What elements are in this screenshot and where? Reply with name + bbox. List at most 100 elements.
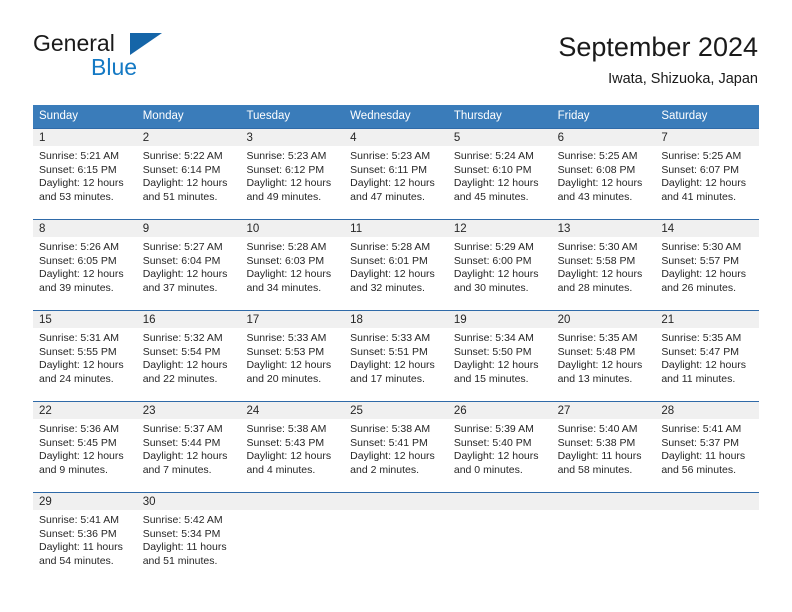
day-number: 23 bbox=[136, 402, 241, 419]
sunset-text: Sunset: 6:03 PM bbox=[246, 254, 325, 267]
sunset-text: Sunset: 6:00 PM bbox=[453, 254, 532, 267]
day-number: 29 bbox=[33, 493, 137, 510]
day-cell[interactable]: 2 Sunrise: 5:22 AM Sunset: 6:14 PM Dayli… bbox=[136, 129, 241, 219]
day-cell[interactable]: 11 Sunrise: 5:28 AM Sunset: 6:01 PM Dayl… bbox=[344, 220, 448, 310]
day-cell[interactable]: 1 Sunrise: 5:21 AM Sunset: 6:15 PM Dayli… bbox=[33, 129, 137, 219]
day-cell[interactable]: 21 Sunrise: 5:35 AM Sunset: 5:47 PM Dayl… bbox=[655, 311, 760, 401]
day-number: 5 bbox=[447, 129, 552, 146]
day-cell[interactable]: 12 Sunrise: 5:29 AM Sunset: 6:00 PM Dayl… bbox=[447, 220, 552, 310]
day-cell[interactable]: 4 Sunrise: 5:23 AM Sunset: 6:11 PM Dayli… bbox=[344, 129, 448, 219]
sunset-text: Sunset: 5:47 PM bbox=[661, 345, 739, 358]
sunset-text: Sunset: 5:36 PM bbox=[39, 527, 117, 540]
day-cell[interactable]: 5 Sunrise: 5:24 AM Sunset: 6:10 PM Dayli… bbox=[447, 129, 552, 219]
page-header: General Blue September 2024 Iwata, Shizu… bbox=[33, 30, 758, 92]
day-cell[interactable]: 25 Sunrise: 5:38 AM Sunset: 5:41 PM Dayl… bbox=[344, 402, 448, 492]
day-number: 15 bbox=[33, 311, 137, 328]
day-details: Sunrise: 5:25 AM Sunset: 6:07 PM Dayligh… bbox=[655, 146, 759, 204]
day-cell-empty bbox=[551, 493, 656, 583]
daylight-text: Daylight: 12 hours and 22 minutes. bbox=[142, 359, 228, 385]
daylight-text: Daylight: 12 hours and 39 minutes. bbox=[39, 268, 124, 294]
sunrise-text: Sunrise: 5:22 AM bbox=[142, 150, 223, 162]
sunset-text: Sunset: 5:41 PM bbox=[350, 436, 428, 449]
weekday-header-friday: Friday bbox=[557, 110, 590, 122]
title-block: September 2024 Iwata, Shizuoka, Japan bbox=[558, 30, 758, 90]
daylight-text: Daylight: 12 hours and 51 minutes. bbox=[142, 177, 228, 203]
day-cell[interactable]: 27 Sunrise: 5:40 AM Sunset: 5:38 PM Dayl… bbox=[551, 402, 656, 492]
brand-logo[interactable]: General Blue bbox=[33, 30, 213, 88]
day-details: Sunrise: 5:28 AM Sunset: 6:01 PM Dayligh… bbox=[344, 237, 448, 295]
day-cell[interactable]: 13 Sunrise: 5:30 AM Sunset: 5:58 PM Dayl… bbox=[551, 220, 656, 310]
day-cell[interactable]: 15 Sunrise: 5:31 AM Sunset: 5:55 PM Dayl… bbox=[33, 311, 137, 401]
daylight-text: Daylight: 12 hours and 37 minutes. bbox=[142, 268, 228, 294]
day-details: Sunrise: 5:21 AM Sunset: 6:15 PM Dayligh… bbox=[33, 146, 137, 204]
day-cell[interactable]: 17 Sunrise: 5:33 AM Sunset: 5:53 PM Dayl… bbox=[240, 311, 345, 401]
sunrise-text: Sunrise: 5:28 AM bbox=[350, 241, 431, 253]
sunset-text: Sunset: 5:55 PM bbox=[39, 345, 117, 358]
day-details: Sunrise: 5:24 AM Sunset: 6:10 PM Dayligh… bbox=[448, 146, 552, 204]
day-number: 6 bbox=[551, 129, 656, 146]
day-details: Sunrise: 5:30 AM Sunset: 5:58 PM Dayligh… bbox=[552, 237, 656, 295]
day-number: 11 bbox=[344, 220, 448, 237]
day-cell[interactable]: 28 Sunrise: 5:41 AM Sunset: 5:37 PM Dayl… bbox=[655, 402, 760, 492]
day-details: Sunrise: 5:35 AM Sunset: 5:48 PM Dayligh… bbox=[552, 328, 656, 386]
day-number: 7 bbox=[655, 129, 760, 146]
day-cell[interactable]: 24 Sunrise: 5:38 AM Sunset: 5:43 PM Dayl… bbox=[240, 402, 345, 492]
sunset-text: Sunset: 6:08 PM bbox=[557, 163, 636, 176]
calendar-week-row: 1 Sunrise: 5:21 AM Sunset: 6:15 PM Dayli… bbox=[33, 128, 760, 219]
daylight-text: Daylight: 12 hours and 13 minutes. bbox=[557, 359, 643, 385]
day-number: 8 bbox=[33, 220, 137, 237]
day-cell[interactable]: 30 Sunrise: 5:42 AM Sunset: 5:34 PM Dayl… bbox=[136, 493, 241, 583]
day-number bbox=[551, 493, 656, 510]
day-cell[interactable]: 16 Sunrise: 5:32 AM Sunset: 5:54 PM Dayl… bbox=[136, 311, 241, 401]
weekday-header-monday: Monday bbox=[142, 110, 184, 122]
sunrise-text: Sunrise: 5:25 AM bbox=[661, 150, 742, 162]
day-cell[interactable]: 7 Sunrise: 5:25 AM Sunset: 6:07 PM Dayli… bbox=[655, 129, 760, 219]
day-cell[interactable]: 3 Sunrise: 5:23 AM Sunset: 6:12 PM Dayli… bbox=[240, 129, 345, 219]
day-number: 3 bbox=[240, 129, 345, 146]
day-cell[interactable]: 14 Sunrise: 5:30 AM Sunset: 5:57 PM Dayl… bbox=[655, 220, 760, 310]
day-number: 18 bbox=[344, 311, 448, 328]
day-number: 16 bbox=[136, 311, 241, 328]
sunset-text: Sunset: 6:11 PM bbox=[350, 163, 428, 176]
day-cell[interactable]: 23 Sunrise: 5:37 AM Sunset: 5:44 PM Dayl… bbox=[136, 402, 241, 492]
day-details: Sunrise: 5:23 AM Sunset: 6:11 PM Dayligh… bbox=[344, 146, 448, 204]
daylight-text: Daylight: 12 hours and 49 minutes. bbox=[246, 177, 332, 203]
sunset-text: Sunset: 5:53 PM bbox=[246, 345, 325, 358]
day-details: Sunrise: 5:28 AM Sunset: 6:03 PM Dayligh… bbox=[240, 237, 344, 295]
sunset-text: Sunset: 5:45 PM bbox=[39, 436, 117, 449]
sunset-text: Sunset: 6:01 PM bbox=[350, 254, 428, 267]
day-cell[interactable]: 6 Sunrise: 5:25 AM Sunset: 6:08 PM Dayli… bbox=[551, 129, 656, 219]
day-cell[interactable]: 10 Sunrise: 5:28 AM Sunset: 6:03 PM Dayl… bbox=[240, 220, 345, 310]
sunrise-text: Sunrise: 5:39 AM bbox=[453, 423, 534, 435]
day-cell[interactable]: 20 Sunrise: 5:35 AM Sunset: 5:48 PM Dayl… bbox=[551, 311, 656, 401]
sunrise-text: Sunrise: 5:34 AM bbox=[453, 332, 534, 344]
day-details: Sunrise: 5:38 AM Sunset: 5:41 PM Dayligh… bbox=[344, 419, 448, 477]
day-cell[interactable]: 22 Sunrise: 5:36 AM Sunset: 5:45 PM Dayl… bbox=[33, 402, 137, 492]
calendar-grid: Sunday Monday Tuesday Wednesday Thursday… bbox=[33, 105, 760, 583]
day-cell[interactable]: 8 Sunrise: 5:26 AM Sunset: 6:05 PM Dayli… bbox=[33, 220, 137, 310]
daylight-text: Daylight: 12 hours and 7 minutes. bbox=[142, 450, 228, 476]
daylight-text: Daylight: 12 hours and 26 minutes. bbox=[661, 268, 746, 294]
sunset-text: Sunset: 5:37 PM bbox=[661, 436, 739, 449]
day-cell[interactable]: 9 Sunrise: 5:27 AM Sunset: 6:04 PM Dayli… bbox=[136, 220, 241, 310]
sunrise-text: Sunrise: 5:33 AM bbox=[246, 332, 327, 344]
day-number: 9 bbox=[136, 220, 241, 237]
day-number bbox=[344, 493, 448, 510]
day-details: Sunrise: 5:40 AM Sunset: 5:38 PM Dayligh… bbox=[552, 419, 656, 477]
weekday-header-wednesday: Wednesday bbox=[350, 110, 411, 122]
day-cell[interactable]: 18 Sunrise: 5:33 AM Sunset: 5:51 PM Dayl… bbox=[344, 311, 448, 401]
day-details: Sunrise: 5:30 AM Sunset: 5:57 PM Dayligh… bbox=[655, 237, 759, 295]
day-cell[interactable]: 29 Sunrise: 5:41 AM Sunset: 5:36 PM Dayl… bbox=[33, 493, 137, 583]
weekday-header-saturday: Saturday bbox=[661, 110, 708, 122]
sunrise-text: Sunrise: 5:41 AM bbox=[661, 423, 742, 435]
daylight-text: Daylight: 12 hours and 4 minutes. bbox=[246, 450, 332, 476]
day-cell[interactable]: 26 Sunrise: 5:39 AM Sunset: 5:40 PM Dayl… bbox=[447, 402, 552, 492]
daylight-text: Daylight: 11 hours and 51 minutes. bbox=[142, 541, 227, 567]
sunrise-text: Sunrise: 5:21 AM bbox=[39, 150, 119, 162]
day-cell[interactable]: 19 Sunrise: 5:34 AM Sunset: 5:50 PM Dayl… bbox=[447, 311, 552, 401]
sunrise-text: Sunrise: 5:27 AM bbox=[142, 241, 223, 253]
sunrise-text: Sunrise: 5:38 AM bbox=[350, 423, 431, 435]
day-details: Sunrise: 5:26 AM Sunset: 6:05 PM Dayligh… bbox=[33, 237, 137, 295]
day-number: 20 bbox=[551, 311, 656, 328]
day-details: Sunrise: 5:41 AM Sunset: 5:36 PM Dayligh… bbox=[33, 510, 137, 568]
